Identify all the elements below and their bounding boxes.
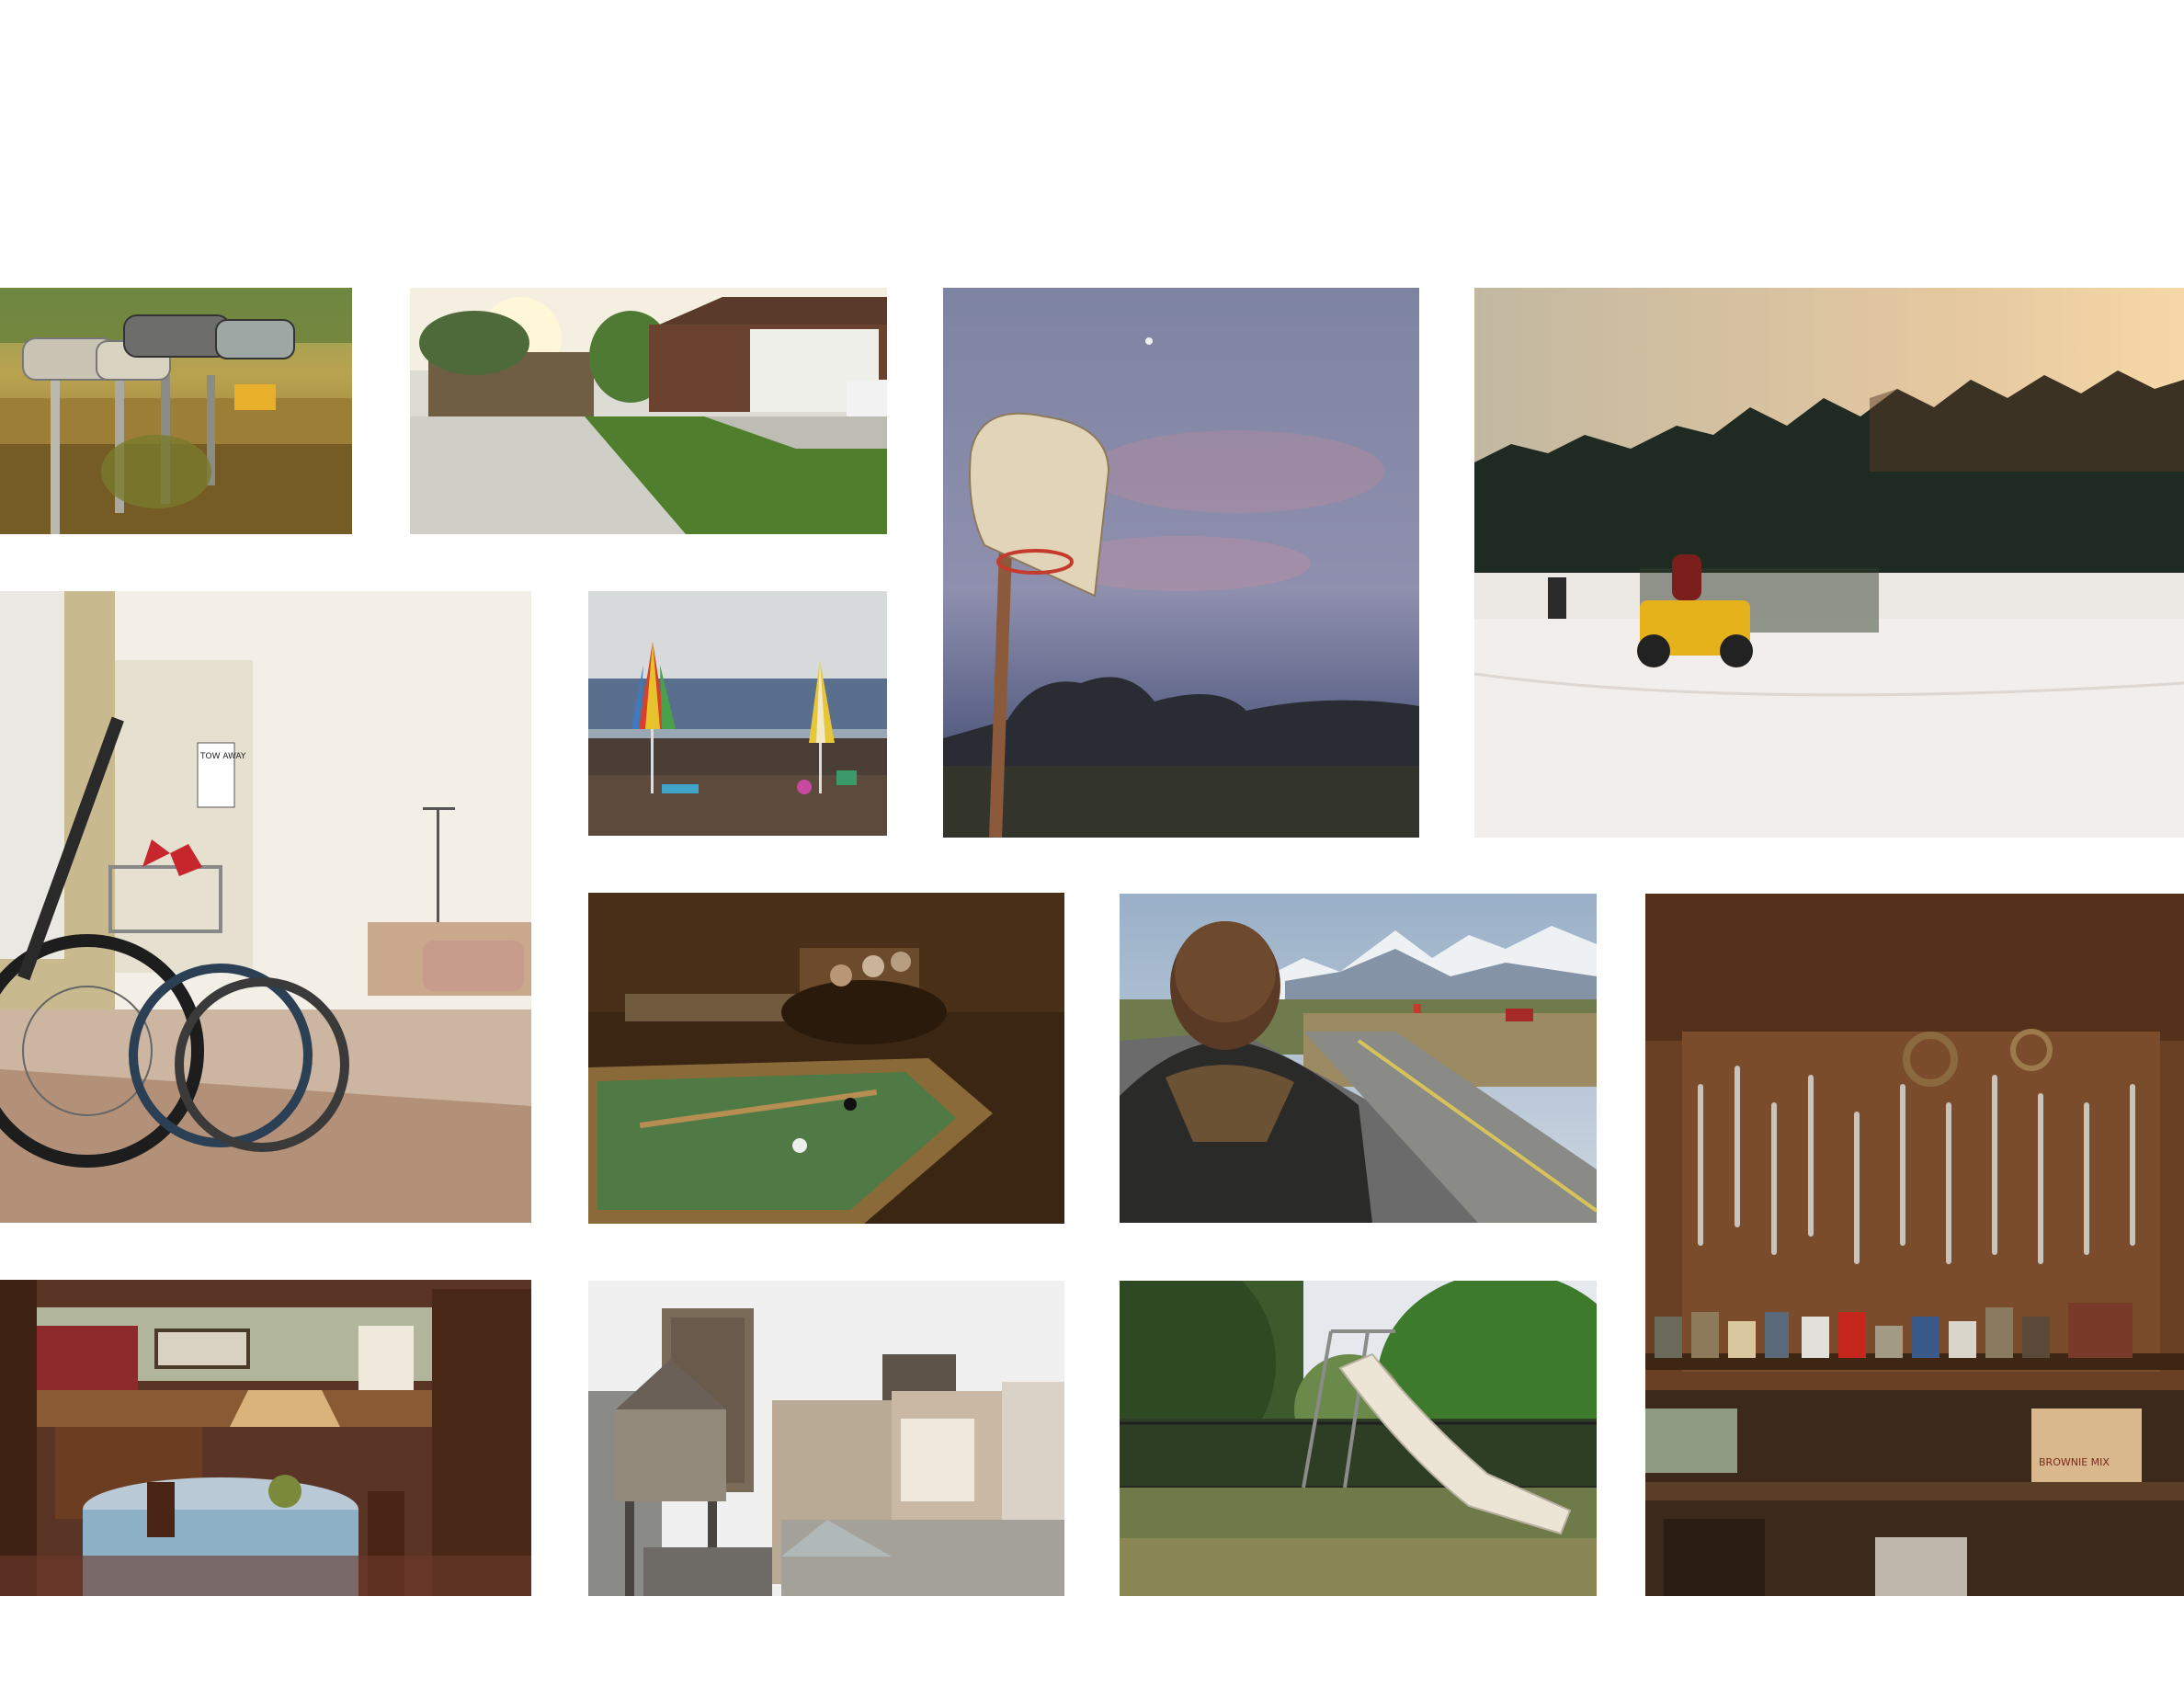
photo-playground-slide[interactable] <box>1120 1281 1597 1596</box>
brownie-mix-text: BROWNIE MIX <box>2039 1456 2110 1468</box>
photo-pool-hall[interactable] <box>588 893 1064 1224</box>
photo-tool-wall[interactable]: BROWNIE MIX <box>1645 894 2184 1596</box>
photo-beanie-road[interactable] <box>1120 894 1597 1223</box>
photo-driveway[interactable] <box>410 288 887 534</box>
photo-snow-atv[interactable] <box>1474 288 2184 838</box>
photo-kitchen[interactable] <box>0 1280 531 1596</box>
photo-bicycles[interactable]: TOW AWAY <box>0 591 531 1223</box>
tow-sign-text: TOW AWAY <box>199 752 246 761</box>
photo-beach-umbrellas[interactable] <box>588 591 887 836</box>
photo-basketball-hoop[interactable] <box>943 288 1419 838</box>
photo-water-towers[interactable] <box>588 1281 1064 1596</box>
photo-gallery: TOW AWAY BROWNIE MIX <box>0 0 2184 1688</box>
photo-mailboxes[interactable] <box>0 288 352 534</box>
